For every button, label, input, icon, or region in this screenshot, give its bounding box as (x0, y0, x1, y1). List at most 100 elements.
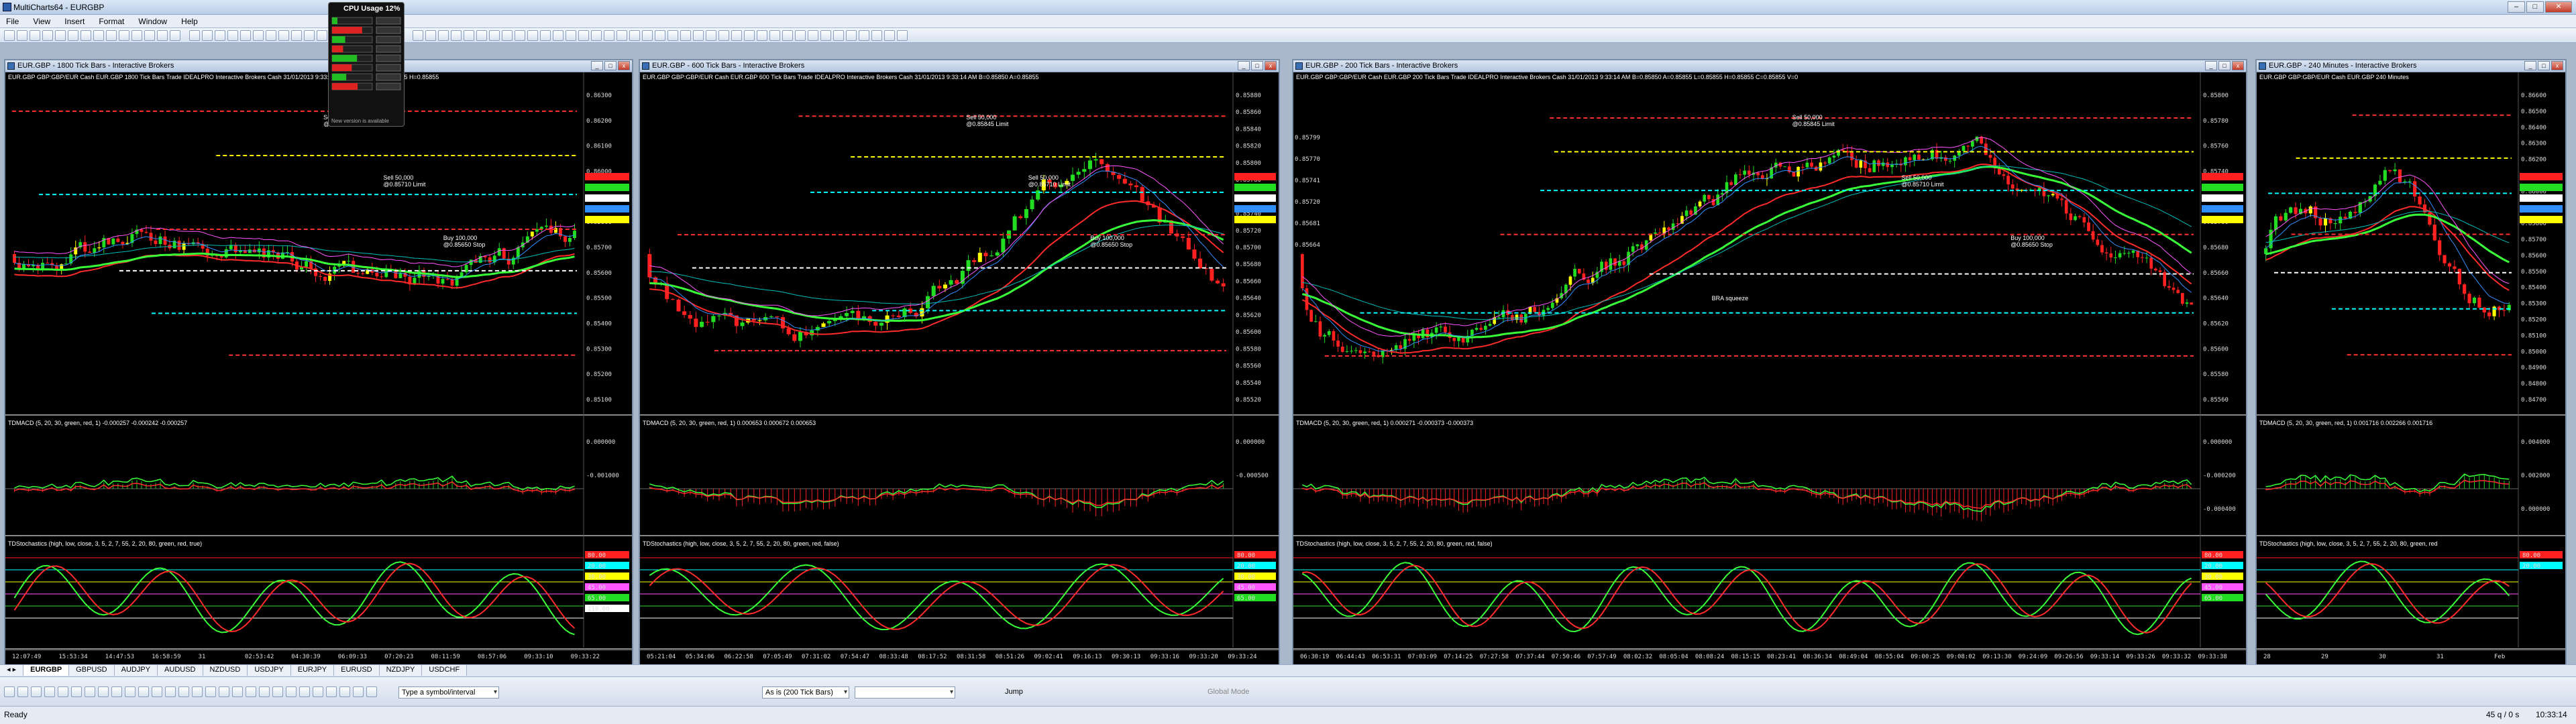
chart-canvas[interactable]: EUR.GBP GBP:GBP/EUR Cash EUR.GBP 240 Min… (2257, 72, 2565, 664)
drawing-tool-button[interactable] (98, 686, 109, 697)
drawing-tool-button[interactable] (272, 686, 283, 697)
toolbar-button[interactable] (266, 30, 276, 41)
toolbar-button[interactable] (215, 30, 225, 41)
toolbar-button[interactable] (438, 30, 449, 41)
toolbar-button[interactable] (189, 30, 200, 41)
toolbar-button[interactable] (30, 30, 40, 41)
toolbar-button[interactable] (157, 30, 168, 41)
toolbar-button[interactable] (515, 30, 525, 41)
toolbar-button[interactable] (693, 30, 704, 41)
tab-nzdusd[interactable]: NZDUSD (203, 665, 248, 676)
toolbar-button[interactable] (616, 30, 627, 41)
toolbar-button[interactable] (553, 30, 564, 41)
menu-help[interactable]: Help (175, 15, 204, 28)
toolbar-button[interactable] (718, 30, 729, 41)
drawing-tool-button[interactable] (353, 686, 364, 697)
min-icon[interactable]: _ (591, 61, 603, 70)
drawing-tool-button[interactable] (326, 686, 337, 697)
chart-window-200-tick[interactable]: EUR.GBP - 200 Tick Bars - Interactive Br… (1292, 59, 2247, 664)
toolbar-button[interactable] (833, 30, 844, 41)
toolbar-button[interactable] (884, 30, 895, 41)
tab-eurusd[interactable]: EURUSD (334, 665, 380, 676)
drawing-tool-button[interactable] (31, 686, 42, 697)
toolbar-button[interactable] (680, 30, 691, 41)
chart-canvas[interactable]: EUR.GBP GBP:GBP/EUR Cash EUR.GBP 200 Tic… (1293, 72, 2246, 664)
jump-button[interactable]: Jump (1005, 688, 1023, 696)
tab-nzdjpy[interactable]: NZDJPY (379, 665, 423, 676)
toolbar-button[interactable] (757, 30, 767, 41)
min-icon[interactable]: _ (1238, 61, 1250, 70)
tab-usdchf[interactable]: USDCHF (422, 665, 468, 676)
toolbar-button[interactable] (227, 30, 238, 41)
max-icon[interactable]: □ (2538, 61, 2550, 70)
toolbar-button[interactable] (17, 30, 28, 41)
drawing-tool-button[interactable] (85, 686, 95, 697)
max-icon[interactable]: □ (604, 61, 616, 70)
symbol-input[interactable]: Type a symbol/interval (398, 686, 499, 699)
drawing-tool-button[interactable] (232, 686, 243, 697)
drawing-tool-button[interactable] (125, 686, 136, 697)
chart-window-600-tick[interactable]: EUR.GBP - 600 Tick Bars - Interactive Br… (639, 59, 1280, 664)
toolbar-button[interactable] (106, 30, 117, 41)
maximize-button[interactable]: □ (2526, 1, 2544, 13)
chart-canvas[interactable]: EUR.GBP GBP:GBP/EUR Cash EUR.GBP 600 Tic… (640, 72, 1279, 664)
toolbar-button[interactable] (655, 30, 665, 41)
global-mode-toggle[interactable]: Global Mode (1208, 688, 1249, 696)
toolbar-button[interactable] (578, 30, 589, 41)
toolbar-button[interactable] (540, 30, 551, 41)
tab-audjpy[interactable]: AUDJPY (114, 665, 158, 676)
toolbar-button[interactable] (846, 30, 857, 41)
toolbar-button[interactable] (871, 30, 882, 41)
drawing-tool-button[interactable] (4, 686, 15, 697)
drawing-tool-button[interactable] (178, 686, 189, 697)
drawing-tool-button[interactable] (17, 686, 28, 697)
toolbar-button[interactable] (42, 30, 53, 41)
tab-scroll-buttons[interactable]: ◂ ▸ (0, 665, 24, 676)
drawing-tool-button[interactable] (165, 686, 176, 697)
toolbar-button[interactable] (68, 30, 78, 41)
tab-audusd[interactable]: AUDUSD (158, 665, 203, 676)
drawing-tool-button[interactable] (111, 686, 122, 697)
toolbar-button[interactable] (119, 30, 129, 41)
toolbar-button[interactable] (278, 30, 289, 41)
toolbar-button[interactable] (202, 30, 213, 41)
drawing-tool-button[interactable] (192, 686, 203, 697)
close-icon[interactable]: x (1265, 61, 1277, 70)
toolbar-button[interactable] (642, 30, 653, 41)
toolbar-button[interactable] (4, 30, 15, 41)
menu-format[interactable]: Format (93, 15, 130, 28)
tab-gbpusd[interactable]: GBPUSD (69, 665, 115, 676)
toolbar-button[interactable] (731, 30, 742, 41)
toolbar-button[interactable] (464, 30, 474, 41)
cpu-usage-gadget[interactable]: CPU Usage 12% New version is available (328, 2, 405, 127)
drawing-tool-button[interactable] (152, 686, 162, 697)
toolbar-button[interactable] (304, 30, 315, 41)
toolbar-button[interactable] (317, 30, 327, 41)
minimize-button[interactable]: – (2508, 1, 2525, 13)
toolbar-button[interactable] (629, 30, 640, 41)
menu-window[interactable]: Window (132, 15, 173, 28)
chart-window-1800-tick[interactable]: EUR.GBP - 1800 Tick Bars - Interactive B… (4, 59, 633, 664)
drawing-tool-button[interactable] (205, 686, 216, 697)
chart-canvas[interactable]: EUR.GBP GBP:GBP/EUR Cash EUR.GBP 1800 Ti… (5, 72, 632, 664)
min-icon[interactable]: _ (2205, 61, 2217, 70)
max-icon[interactable]: □ (2218, 61, 2231, 70)
drawing-tool-button[interactable] (219, 686, 229, 697)
drawing-tool-button[interactable] (299, 686, 310, 697)
toolbar-button[interactable] (502, 30, 513, 41)
toolbar-button[interactable] (240, 30, 251, 41)
drawing-tool-button[interactable] (286, 686, 297, 697)
close-icon[interactable]: x (618, 61, 630, 70)
drawing-tool-button[interactable] (58, 686, 68, 697)
toolbar-button[interactable] (667, 30, 678, 41)
toolbar-button[interactable] (566, 30, 576, 41)
tab-eurgbp[interactable]: EURGBP (23, 665, 70, 676)
toolbar-button[interactable] (769, 30, 780, 41)
toolbar-button[interactable] (604, 30, 614, 41)
toolbar-button[interactable] (425, 30, 436, 41)
resolution-select[interactable]: As is (200 Tick Bars) (762, 686, 849, 699)
value-input[interactable] (855, 686, 955, 699)
toolbar-button[interactable] (413, 30, 423, 41)
drawing-tool-button[interactable] (71, 686, 82, 697)
close-button[interactable]: ✕ (2545, 1, 2572, 13)
